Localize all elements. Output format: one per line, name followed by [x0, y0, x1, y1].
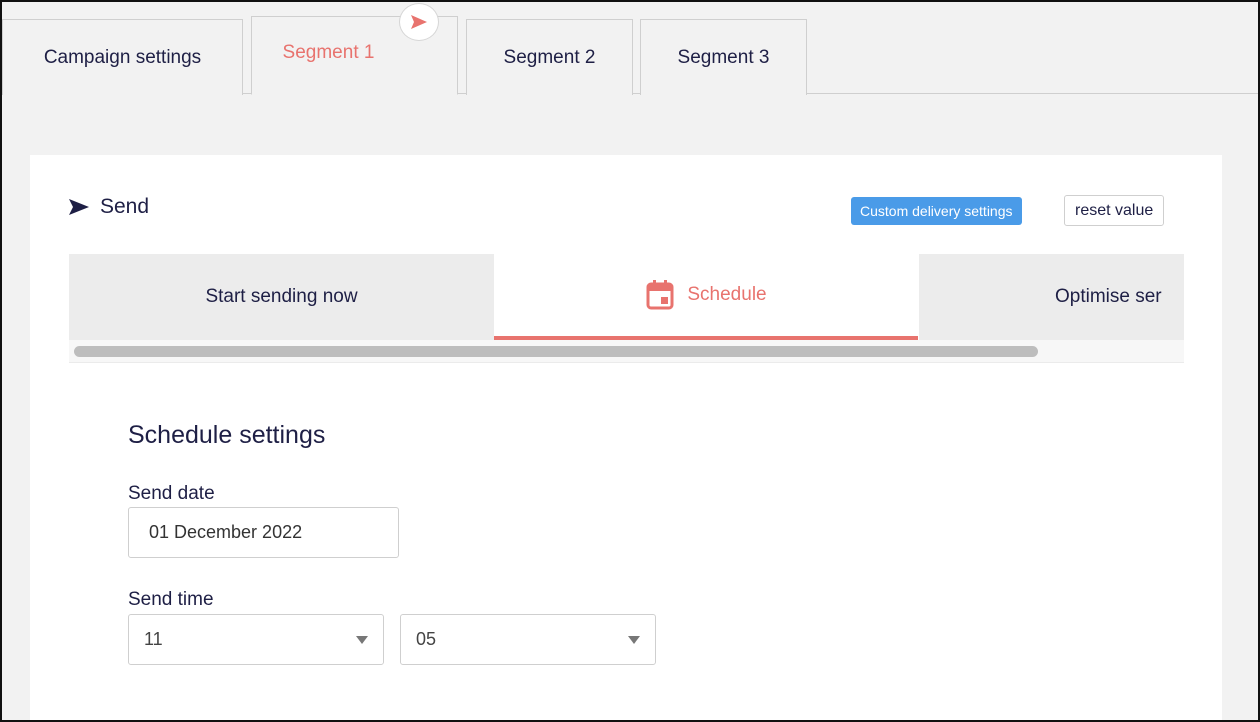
tab-segment-3[interactable]: Segment 3 [640, 19, 807, 95]
delivery-options: Start sending now Schedule Optimise ser [69, 254, 1184, 364]
tab-label: Segment 2 [503, 46, 596, 68]
send-title: Send [100, 195, 150, 218]
select-value: 05 [416, 629, 437, 649]
calendar-icon [646, 280, 674, 310]
option-label: Start sending now [205, 286, 358, 307]
option-start-sending-now[interactable]: Start sending now [69, 254, 494, 340]
option-optimise-send[interactable]: Optimise ser [919, 254, 1184, 340]
custom-delivery-badge: Custom delivery settings [851, 197, 1022, 225]
send-date-input[interactable] [128, 507, 399, 558]
schedule-settings-title: Schedule settings [128, 421, 326, 449]
tab-segment-2[interactable]: Segment 2 [466, 19, 633, 95]
app-frame: Campaign settings Segment 1 Segment 2 Se… [0, 0, 1260, 722]
tab-label: Segment 3 [677, 46, 770, 68]
option-label: Schedule [687, 284, 767, 305]
send-minute-select[interactable]: 05 [400, 614, 656, 665]
tab-label: Campaign settings [43, 46, 202, 68]
send-hour-select[interactable]: 11 [128, 614, 384, 665]
select-value: 11 [144, 629, 163, 649]
segment-tab-bar: Campaign settings Segment 1 Segment 2 Se… [2, 2, 1258, 95]
reset-value-button[interactable]: reset value [1064, 195, 1165, 226]
scrollbar-thumb[interactable] [74, 346, 1038, 357]
tab-label: Segment 1 [282, 41, 375, 63]
segment-panel: Send Custom delivery settings reset valu… [30, 155, 1222, 720]
horizontal-scrollbar[interactable] [69, 340, 1184, 363]
send-icon [399, 3, 439, 41]
send-section-header: Send [68, 195, 149, 219]
chevron-down-icon [356, 635, 368, 644]
option-label: Optimise ser [1055, 286, 1162, 307]
chevron-down-icon [628, 635, 640, 644]
send-date-label: Send date [128, 483, 215, 504]
send-icon [69, 199, 89, 215]
option-schedule[interactable]: Schedule [494, 254, 918, 340]
tab-campaign-settings[interactable]: Campaign settings [2, 19, 243, 95]
send-time-label: Send time [128, 589, 214, 610]
